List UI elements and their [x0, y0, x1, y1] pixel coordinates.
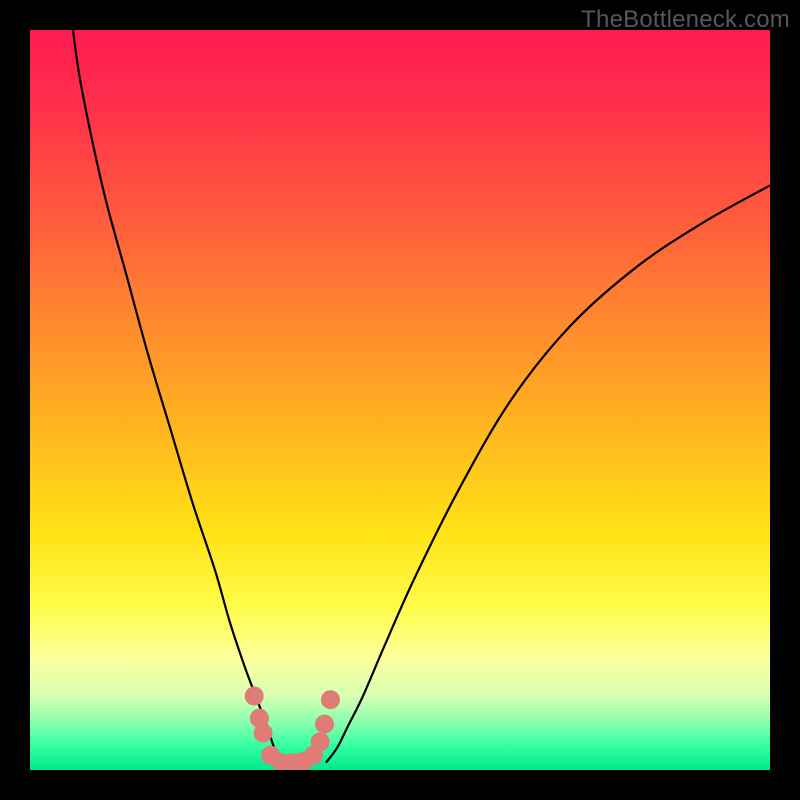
plot-area: [30, 30, 770, 770]
curve-right-arm: [326, 185, 770, 762]
chart-svg: [30, 30, 770, 770]
chart-frame: TheBottleneck.com: [0, 0, 800, 800]
valley-marker: [321, 690, 340, 709]
valley-markers: [245, 687, 340, 771]
valley-marker: [311, 732, 330, 751]
valley-marker: [254, 724, 273, 743]
valley-marker: [315, 715, 334, 734]
curve-left-arm: [73, 30, 282, 763]
valley-marker: [245, 687, 264, 706]
